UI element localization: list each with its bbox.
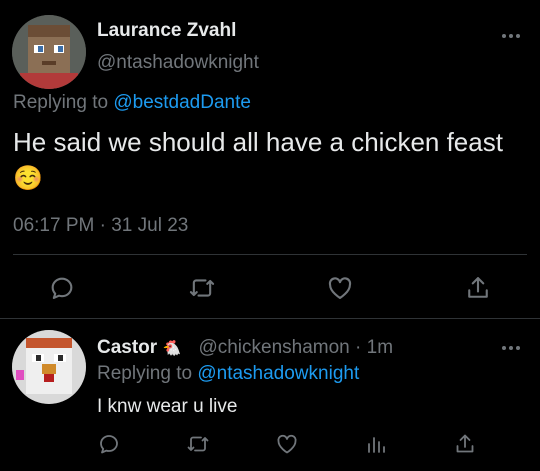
- share-icon: [468, 277, 488, 298]
- share-button[interactable]: [464, 274, 492, 302]
- replying-to-prefix: Replying to: [97, 363, 193, 384]
- reply-text: I knw wear u live: [97, 396, 238, 417]
- reply-share-button[interactable]: [453, 432, 477, 456]
- tweet-timestamp[interactable]: 06:17 PM · 31 Jul 23: [13, 215, 188, 237]
- reply-more-options-button[interactable]: [500, 344, 522, 356]
- replying-to-prefix: Replying to: [13, 92, 109, 113]
- dot-separator: ·: [355, 337, 362, 358]
- divider: [13, 254, 527, 255]
- more-dots-icon: [502, 346, 520, 350]
- reply-button[interactable]: [48, 274, 76, 302]
- retweet-icon: [187, 436, 209, 452]
- replying-to-handle-link[interactable]: @bestdadDante: [113, 92, 251, 113]
- reply-author-avatar[interactable]: [12, 330, 86, 404]
- retweet-icon: [189, 279, 215, 297]
- more-options-button[interactable]: [500, 32, 522, 44]
- tweet-emoji: ☺️: [13, 165, 43, 192]
- heart-icon: [328, 277, 352, 299]
- tweet-text: He said we should all have a chicken fea…: [13, 127, 503, 157]
- reply-retweet-button[interactable]: [186, 432, 210, 456]
- reply-bubble-icon: [51, 277, 73, 299]
- more-dots-icon: [502, 34, 520, 38]
- replying-to-line: Replying to @bestdadDante: [13, 92, 251, 114]
- reply-replying-to-line: Replying to @ntashadowknight: [97, 363, 359, 385]
- retweet-button[interactable]: [188, 274, 216, 302]
- reply-views-button[interactable]: [364, 432, 388, 456]
- like-button[interactable]: [326, 274, 354, 302]
- reply-header: Castor 🐔 @chickenshamon · 1m: [97, 337, 393, 359]
- heart-icon: [277, 434, 297, 454]
- tweet-separator: [0, 318, 540, 319]
- chicken-emoji-icon: 🐔: [162, 340, 182, 357]
- minecraft-skin-avatar-image: [12, 15, 86, 89]
- author-avatar[interactable]: [12, 15, 86, 89]
- minecraft-skin-avatar-image: [12, 330, 86, 404]
- author-handle[interactable]: @ntashadowknight: [97, 52, 259, 74]
- author-display-name[interactable]: Laurance Zvahl: [97, 20, 236, 42]
- replying-to-handle-link[interactable]: @ntashadowknight: [197, 363, 359, 384]
- reply-like-button[interactable]: [275, 432, 299, 456]
- reply-time[interactable]: 1m: [367, 337, 393, 358]
- reply-handle[interactable]: @chickenshamon: [198, 337, 349, 358]
- reply-display-name[interactable]: Castor: [97, 337, 157, 358]
- reply-reply-button[interactable]: [97, 432, 121, 456]
- analytics-bars-icon: [368, 437, 385, 453]
- reply-bubble-icon: [100, 435, 118, 454]
- share-icon: [456, 434, 474, 453]
